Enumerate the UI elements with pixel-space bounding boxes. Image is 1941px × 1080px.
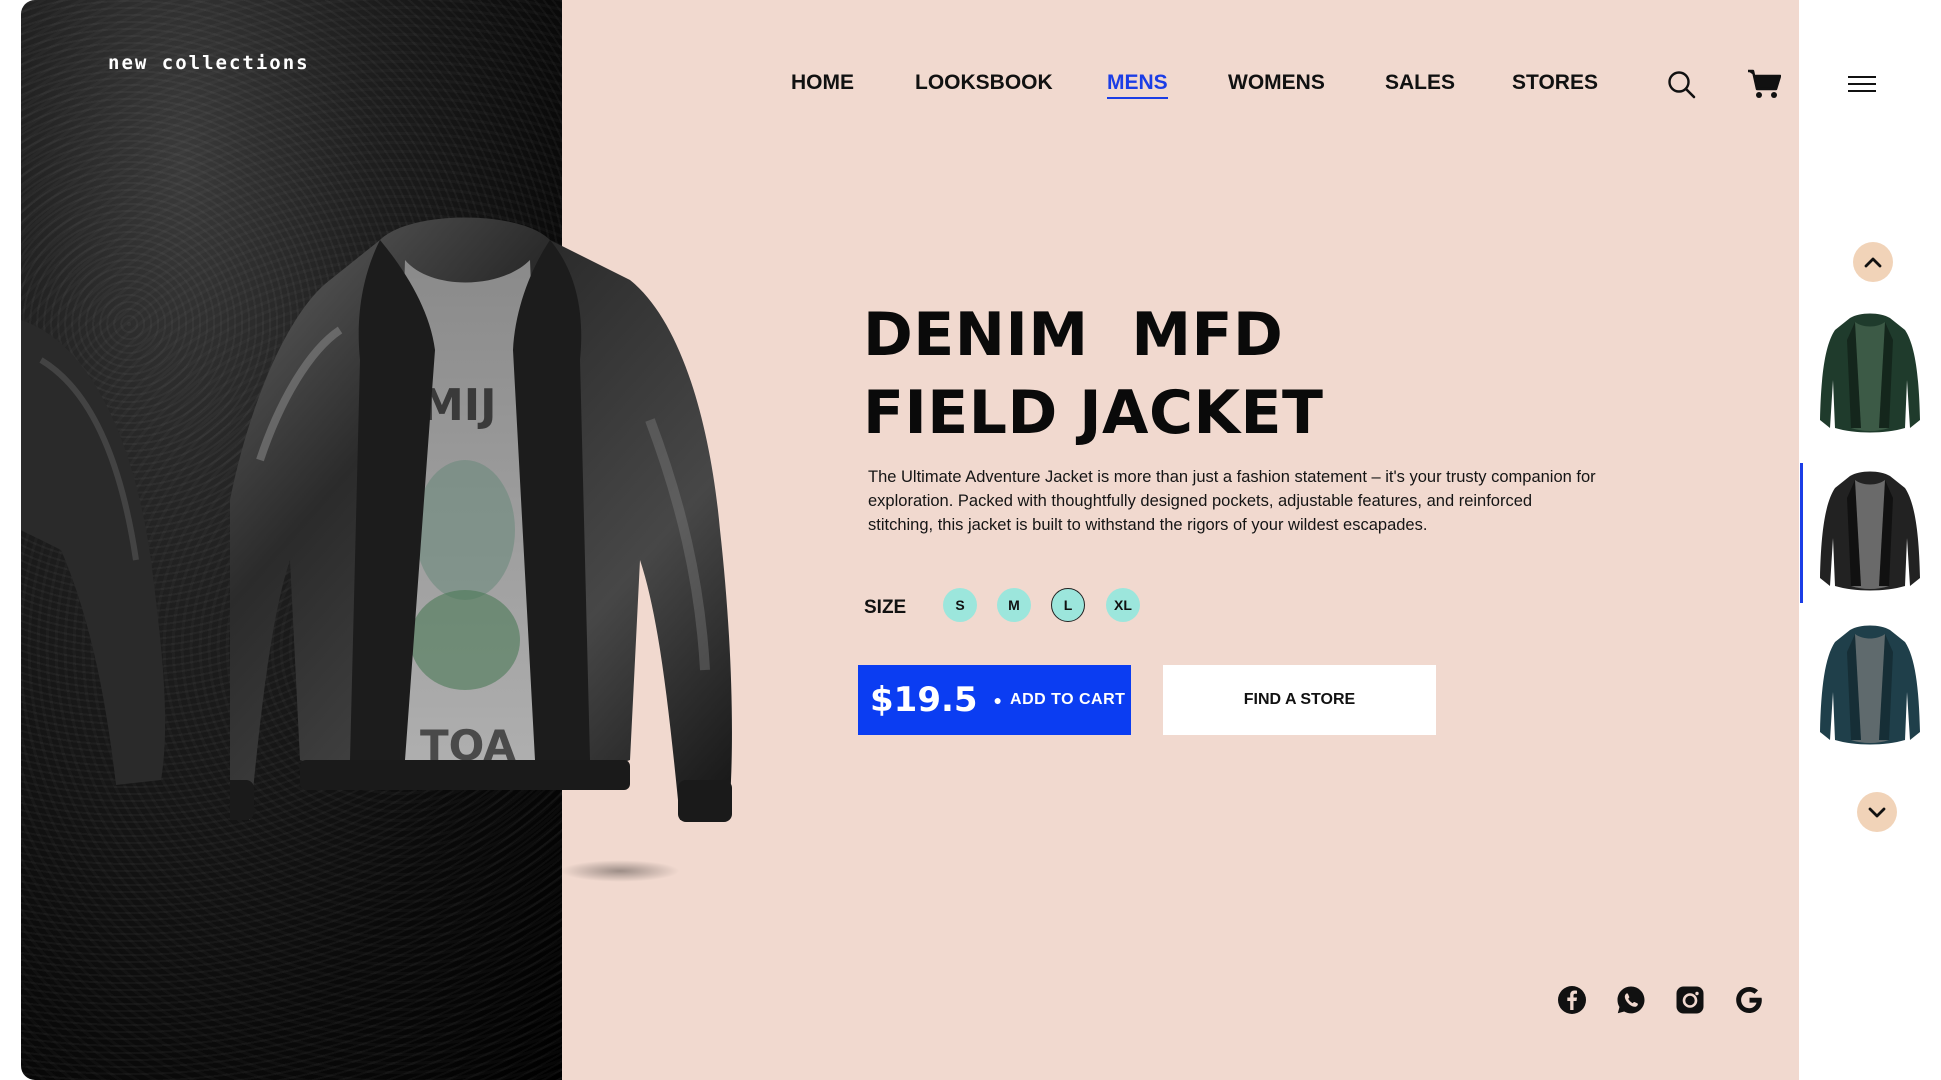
product-jacket-image: MIJ TOA xyxy=(230,217,732,822)
product-title: DENIM MFD FIELD JACKET xyxy=(863,296,1323,452)
previous-jacket-partial xyxy=(21,320,166,785)
nav-sales[interactable]: SALES xyxy=(1385,71,1455,95)
product-shadow xyxy=(560,860,680,882)
thumbnail-teal-jacket[interactable] xyxy=(1815,622,1925,752)
nav-mens[interactable]: MENS xyxy=(1107,71,1168,99)
chevron-up-icon xyxy=(1864,257,1882,268)
thumbnails-up-button[interactable] xyxy=(1853,242,1893,282)
add-to-cart-label: ADD TO CART xyxy=(1010,691,1126,708)
thumbnail-black-jacket[interactable] xyxy=(1815,468,1925,598)
size-option-l[interactable]: L xyxy=(1051,588,1085,622)
thumbnail-green-jacket[interactable] xyxy=(1815,310,1925,440)
add-to-cart-button[interactable]: $19.5 ● ADD TO CART xyxy=(858,665,1131,735)
menu-icon[interactable] xyxy=(1845,71,1879,97)
chevron-down-icon xyxy=(1868,807,1886,818)
size-label: SIZE xyxy=(864,597,907,618)
separator-dot: ● xyxy=(993,692,1003,708)
google-icon[interactable] xyxy=(1734,985,1764,1015)
product-title-line2: FIELD JACKET xyxy=(863,378,1324,448)
instagram-icon[interactable] xyxy=(1675,985,1705,1015)
product-title-line1: DENIM MFD xyxy=(863,300,1284,370)
product-price: $19.5 xyxy=(870,680,978,720)
nav-womens[interactable]: WOMENS xyxy=(1228,71,1325,95)
nav-looksbook[interactable]: LOOKSBOOK xyxy=(915,71,1053,95)
cart-icon[interactable] xyxy=(1746,66,1782,102)
facebook-icon[interactable] xyxy=(1557,985,1587,1015)
active-thumbnail-indicator xyxy=(1800,463,1803,603)
size-option-m[interactable]: M xyxy=(997,588,1031,622)
search-icon[interactable] xyxy=(1665,68,1699,102)
find-store-button[interactable]: FIND A STORE xyxy=(1163,665,1436,735)
nav-stores[interactable]: STORES xyxy=(1512,71,1598,95)
brand-logo[interactable]: new collections xyxy=(108,52,310,74)
size-option-s[interactable]: S xyxy=(943,588,977,622)
nav-home[interactable]: HOME xyxy=(791,71,854,95)
product-description: The Ultimate Adventure Jacket is more th… xyxy=(868,468,1596,534)
size-option-xl[interactable]: XL xyxy=(1106,588,1140,622)
thumbnails-down-button[interactable] xyxy=(1857,792,1897,832)
whatsapp-icon[interactable] xyxy=(1616,985,1646,1015)
